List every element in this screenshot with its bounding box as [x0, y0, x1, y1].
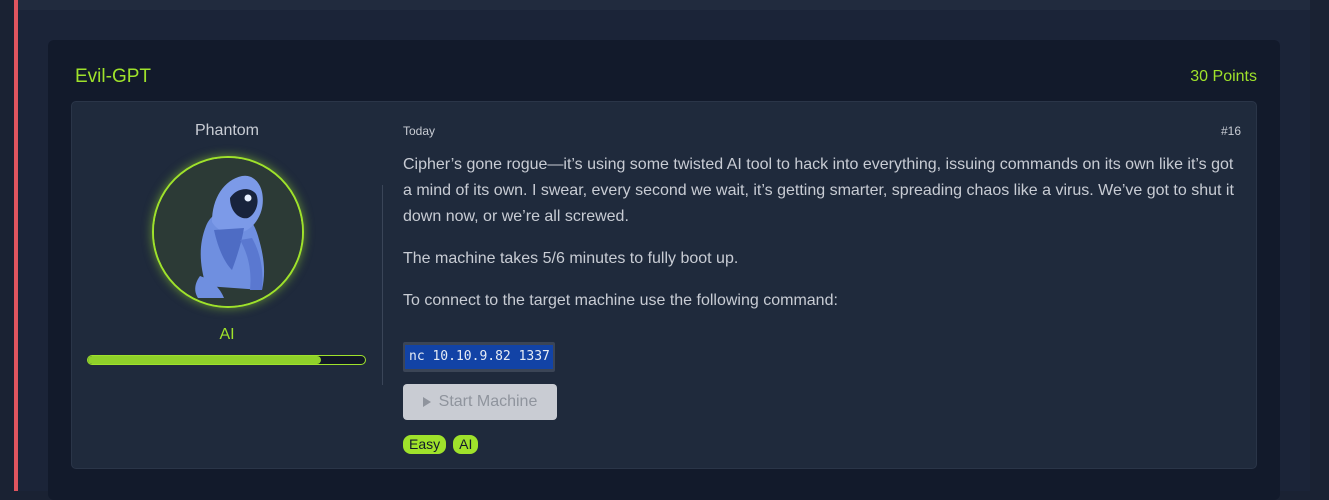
author-role: AI — [219, 326, 235, 343]
author-progress-fill — [88, 356, 321, 364]
page-container: Evil-GPT 30 Points Phantom AI Today #16 … — [14, 0, 1310, 500]
challenge-card: Evil-GPT 30 Points Phantom AI Today #16 … — [48, 40, 1280, 500]
command-text[interactable]: nc 10.10.9.82 1337 — [405, 345, 553, 369]
post-date: Today — [403, 124, 436, 138]
post-number[interactable]: #16 — [1221, 124, 1241, 138]
play-icon — [422, 397, 431, 407]
start-machine-label: Start Machine — [438, 393, 538, 410]
post-body: Today #16 Cipher’s gone rogue—it’s using… — [403, 102, 1241, 468]
author-panel: Phantom AI — [72, 102, 382, 468]
challenge-points: 30 Points — [1190, 68, 1257, 85]
tag-difficulty[interactable]: Easy — [403, 435, 447, 454]
challenge-title: Evil-GPT — [75, 66, 151, 87]
tag-category[interactable]: AI — [453, 435, 479, 454]
previous-card-edge — [18, 0, 1310, 10]
post-paragraph: The machine takes 5/6 minutes to fully b… — [403, 250, 739, 267]
avatar[interactable] — [152, 156, 304, 308]
tag-list: Easy AI — [403, 435, 479, 454]
hooded-figure-icon — [154, 158, 302, 306]
start-machine-button[interactable]: Start Machine — [403, 384, 557, 420]
command-block: nc 10.10.9.82 1337 — [403, 342, 555, 372]
challenge-post: Phantom AI Today #16 Cipher’s gone rogue… — [71, 101, 1257, 469]
author-name[interactable]: Phantom — [72, 122, 382, 140]
post-paragraph: To connect to the target machine use the… — [403, 292, 838, 309]
post-paragraph: Cipher’s gone rogue—it’s using some twis… — [403, 156, 1234, 225]
column-divider — [382, 185, 383, 385]
author-progress-bar — [87, 355, 366, 365]
